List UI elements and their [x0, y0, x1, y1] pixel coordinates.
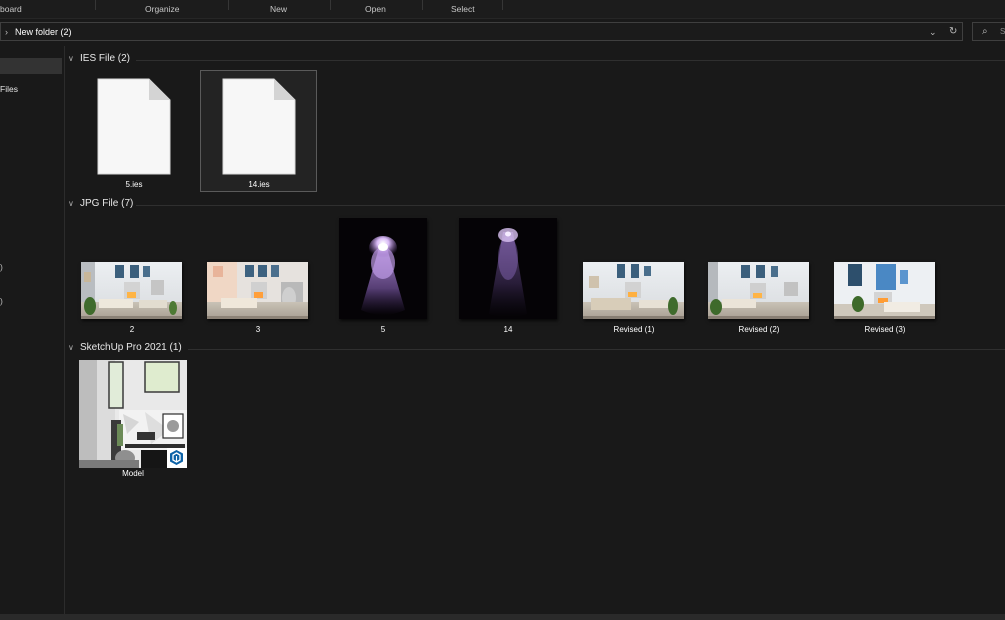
search-icon: ⌕ — [982, 26, 988, 37]
navigation-pane: Files ) ) — [0, 46, 65, 614]
nav-item-selected[interactable] — [0, 58, 62, 74]
group-title: SketchUp Pro 2021 (1) — [80, 342, 182, 353]
interior-render-thumbnail — [708, 262, 809, 319]
group-header-sketchup[interactable]: ∨ SketchUp Pro 2021 (1) — [66, 342, 1005, 356]
file-label: 5 — [380, 325, 386, 334]
refresh-icon[interactable]: ↻ — [949, 26, 957, 37]
status-bar — [0, 614, 1005, 620]
nav-item-files[interactable]: Files — [0, 84, 18, 94]
interior-render-thumbnail — [583, 262, 684, 319]
search-placeholder: S — [1000, 27, 1005, 36]
sketchup-badge-icon — [167, 448, 186, 467]
file-label: 5.ies — [125, 180, 143, 189]
file-item-2[interactable]: 2 — [81, 262, 183, 338]
chevron-down-icon[interactable]: ∨ — [68, 54, 74, 63]
ribbon-separator — [330, 0, 331, 10]
interior-render-thumbnail — [834, 262, 935, 319]
group-divider — [136, 205, 1005, 206]
interior-render-thumbnail — [81, 262, 182, 319]
group-header-ies[interactable]: ∨ IES File (2) — [66, 53, 1005, 67]
group-divider — [188, 349, 1005, 350]
file-item-14-ies[interactable]: 14.ies — [221, 77, 297, 192]
file-label: 2 — [129, 325, 135, 334]
address-row: › New folder (2) ⌄ ↻ ⌕ S — [0, 20, 1005, 44]
file-item-14[interactable]: 14 — [458, 218, 558, 338]
file-label: Model — [122, 469, 144, 478]
file-label: 3 — [255, 325, 261, 334]
nav-item-partial[interactable]: ) — [0, 296, 3, 306]
document-icon — [97, 78, 171, 175]
nav-item-partial[interactable]: ) — [0, 262, 3, 272]
file-label: Revised (2) — [738, 325, 780, 334]
ribbon-clipboard-label[interactable]: board — [0, 4, 22, 14]
file-label: Revised (3) — [864, 325, 906, 334]
file-item-model[interactable]: Model — [78, 359, 188, 481]
ribbon: board Organize New Open Select — [0, 0, 1005, 19]
file-label: 14 — [503, 325, 513, 334]
file-item-revised-2[interactable]: Revised (2) — [708, 262, 810, 338]
chevron-down-icon[interactable]: ∨ — [68, 199, 74, 208]
interior-render-thumbnail — [207, 262, 308, 319]
ribbon-separator — [502, 0, 503, 10]
file-item-revised-3[interactable]: Revised (3) — [834, 262, 936, 338]
ribbon-new-label[interactable]: New — [270, 4, 287, 14]
ribbon-separator — [95, 0, 96, 10]
sketchup-model-thumbnail — [79, 360, 187, 468]
light-distribution-thumbnail — [459, 218, 557, 319]
file-label: 14.ies — [248, 180, 270, 189]
ribbon-select-label[interactable]: Select — [451, 4, 475, 14]
search-input[interactable]: ⌕ S — [972, 22, 1005, 41]
group-divider — [136, 60, 1005, 61]
chevron-down-icon[interactable]: ⌄ — [929, 27, 937, 38]
group-title: JPG File (7) — [80, 198, 134, 209]
file-item-3[interactable]: 3 — [207, 262, 309, 338]
light-distribution-thumbnail — [339, 218, 427, 319]
ribbon-separator — [228, 0, 229, 10]
address-path[interactable]: New folder (2) — [15, 27, 72, 37]
file-item-5[interactable]: 5 — [338, 218, 428, 338]
ribbon-open-label[interactable]: Open — [365, 4, 386, 14]
chevron-right-icon[interactable]: › — [5, 27, 8, 37]
chevron-down-icon[interactable]: ∨ — [68, 343, 74, 352]
ribbon-separator — [422, 0, 423, 10]
address-bar[interactable]: › New folder (2) ⌄ ↻ — [0, 22, 963, 41]
file-item-revised-1[interactable]: Revised (1) — [583, 262, 685, 338]
file-label: Revised (1) — [613, 325, 655, 334]
ribbon-organize-label[interactable]: Organize — [145, 4, 180, 14]
group-title: IES File (2) — [80, 53, 131, 64]
document-icon — [222, 78, 296, 175]
group-header-jpg[interactable]: ∨ JPG File (7) — [66, 198, 1005, 212]
file-item-5-ies[interactable]: 5.ies — [96, 77, 172, 192]
